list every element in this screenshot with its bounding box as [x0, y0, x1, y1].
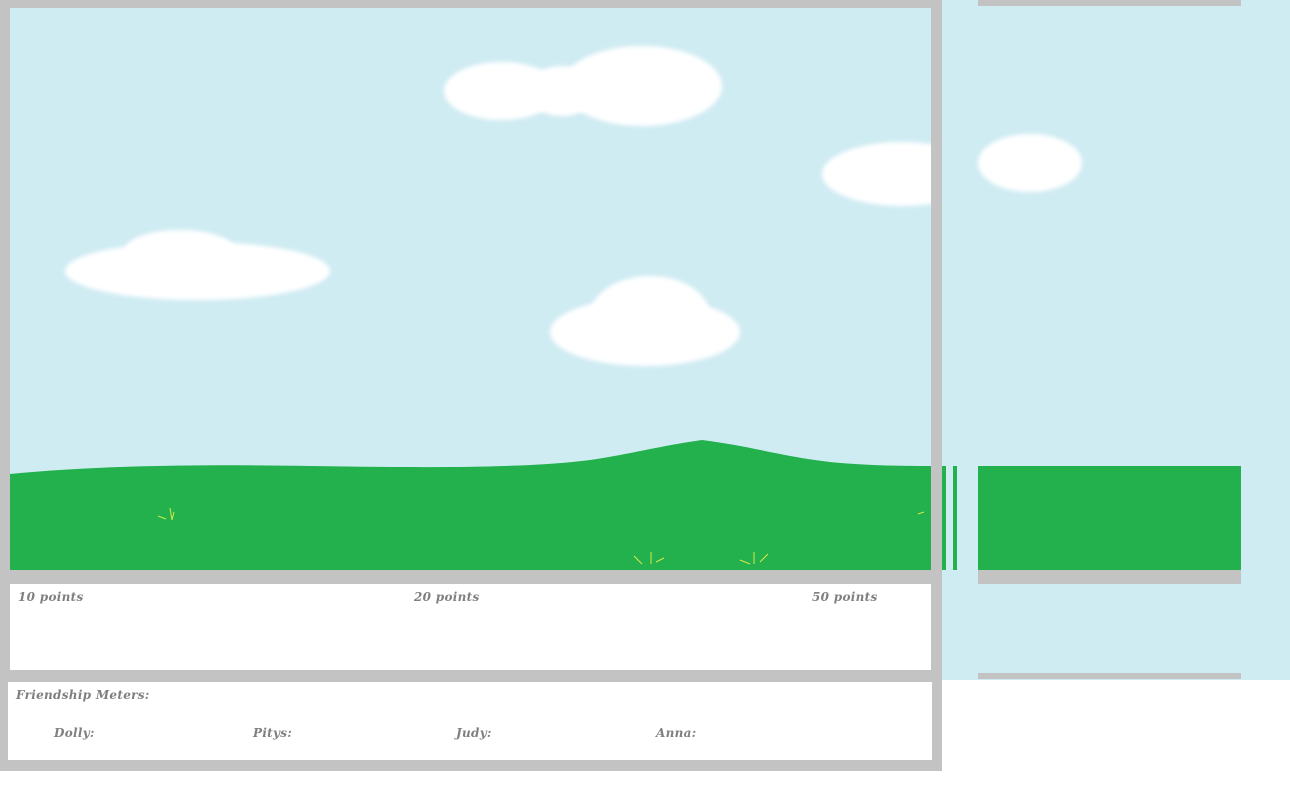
backdrop-white-area [948, 680, 1290, 799]
target-label-20: 20 points [414, 590, 480, 604]
grass-field [10, 440, 931, 570]
cloud-3 [550, 276, 740, 371]
grass-sliver-2 [953, 466, 957, 570]
target-label-10: 10 points [18, 590, 84, 604]
target-points-panel: 10 points 20 points 50 points [10, 584, 931, 670]
frame-top-right [978, 0, 1241, 6]
grass-extension [978, 466, 1241, 570]
friendship-meter-dolly: Dolly: [54, 726, 95, 740]
friendship-meter-judy: Judy: [456, 726, 492, 740]
sky-scene [10, 8, 931, 570]
target-label-50: 50 points [812, 590, 878, 604]
cloud-2 [65, 226, 330, 306]
cloud-4-right [978, 132, 1088, 197]
friendship-meters-title: Friendship Meters: [16, 688, 150, 702]
friendship-meters-panel: Friendship Meters: Dolly: Pitys: Judy: A… [8, 682, 932, 760]
frame-mid-right [978, 570, 1241, 584]
friendship-meter-pitys: Pitys: [253, 726, 293, 740]
grass-sliver-1 [942, 466, 946, 570]
cloud-1 [442, 46, 732, 136]
frame-low-right [978, 673, 1241, 679]
friendship-meter-anna: Anna: [656, 726, 697, 740]
cloud-4 [822, 128, 931, 213]
